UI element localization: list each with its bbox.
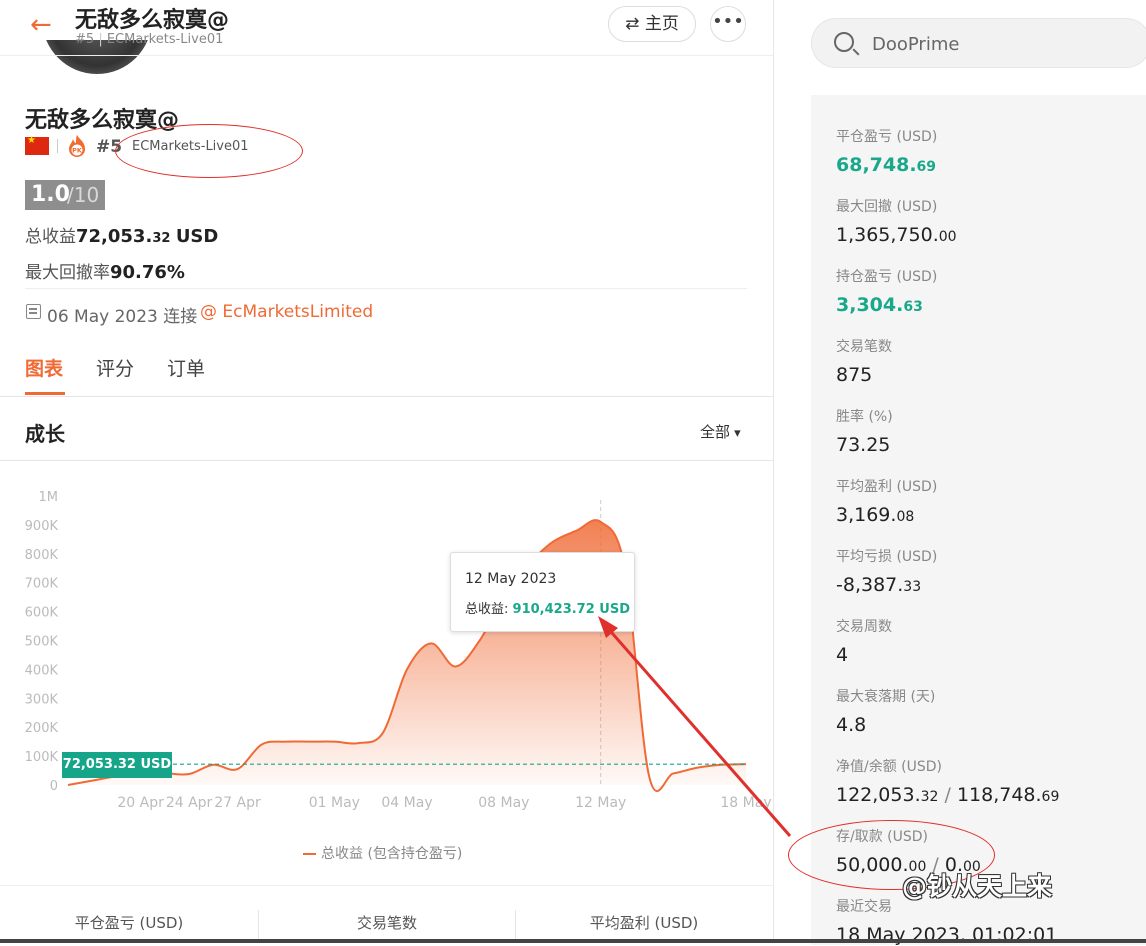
stat-value: -8,387.33 xyxy=(836,574,922,596)
summary-col-trades: 交易笔数 xyxy=(356,914,417,932)
stat-label: 净值/余额 (USD) xyxy=(836,759,943,775)
stat-label: 平仓盈亏 (USD) xyxy=(836,129,938,145)
watermark: @钞从天上来 xyxy=(902,872,1053,901)
current-value-badge: 72,053.32 USD xyxy=(62,752,172,778)
side-panel: DooPrime 平仓盈亏 (USD) 68,748.69 最大回撤 (USD) 1,… xyxy=(774,0,1146,946)
tab-orders[interactable]: 订单 xyxy=(167,354,205,381)
tab-rating[interactable]: 评分 xyxy=(96,354,134,381)
total-profit: 总收益72,053.32 USD xyxy=(25,226,219,247)
chart-tooltip: 12 May 2023 总收益: 910,423.72 USD xyxy=(450,552,635,632)
stat-value: 68,748.69 xyxy=(836,154,937,176)
x-tick-label: 01 May xyxy=(309,795,360,811)
search-icon xyxy=(834,32,854,52)
stat-label: 胜率 (%) xyxy=(836,409,893,425)
back-arrow-icon[interactable]: ← xyxy=(30,10,52,40)
stat-label: 交易笔数 xyxy=(836,339,892,355)
main-panel: ← 无敌多么寂寞@ #5 | ECMarkets-Live01 ⇄ 主页 •••… xyxy=(0,0,774,943)
stat-label: 交易周数 xyxy=(836,619,892,635)
y-tick-label: 900K xyxy=(25,519,59,534)
stat-value: 3,304.63 xyxy=(836,294,923,316)
x-tick-label: 24 Apr xyxy=(166,795,213,811)
china-flag-icon xyxy=(25,135,49,155)
stat-label: 持仓盈亏 (USD) xyxy=(836,269,938,285)
y-tick-label: 700K xyxy=(25,577,59,592)
stat-label: 平均盈利 (USD) xyxy=(836,479,938,495)
calendar-icon xyxy=(26,304,41,319)
stat-value: 875 xyxy=(836,364,873,386)
tab-indicator xyxy=(25,392,65,395)
header-subtitle: #5 | ECMarkets-Live01 xyxy=(75,32,224,47)
y-tick-label: 0 xyxy=(50,779,58,794)
summary-col-closed-pl: 平仓盈亏 (USD) xyxy=(74,914,184,932)
pk-flame-icon: PK xyxy=(69,135,85,157)
x-tick-label: 12 May xyxy=(575,795,626,811)
y-tick-label: 200K xyxy=(25,721,59,736)
max-drawdown: 最大回撤率90.76% xyxy=(25,262,185,283)
divider xyxy=(57,139,58,153)
tooltip-value: 总收益: 910,423.72 USD xyxy=(465,602,631,617)
tab-chart[interactable]: 图表 xyxy=(25,354,63,381)
stat-value: 3,169.08 xyxy=(836,504,915,526)
broker-link[interactable]: @ EcMarketsLimited xyxy=(200,302,373,322)
stat-value: 4 xyxy=(836,644,849,666)
svg-text:PK: PK xyxy=(72,147,83,155)
y-tick-label: 400K xyxy=(25,663,59,678)
y-tick-label: 800K xyxy=(25,548,59,563)
summary-col-avg-profit: 平均盈利 (USD) xyxy=(589,914,699,932)
y-tick-label: 1M xyxy=(39,490,59,505)
header-divider xyxy=(0,55,774,56)
search-input[interactable]: DooPrime xyxy=(811,18,1146,68)
score-badge: 1.0 /10 xyxy=(25,180,105,210)
tooltip-date: 12 May 2023 xyxy=(465,571,557,587)
y-tick-label: 600K xyxy=(25,606,59,621)
stat-label: 最大衰落期 (天) xyxy=(836,689,936,705)
x-tick-label: 04 May xyxy=(381,795,432,811)
stat-value: 1,365,750.00 xyxy=(836,224,957,246)
annotation-circle xyxy=(115,124,303,178)
chart-legend: 总收益 (包含持仓盈亏) xyxy=(303,843,462,863)
x-tick-label: 08 May xyxy=(478,795,529,811)
y-tick-label: 100K xyxy=(25,750,59,765)
stat-label: 最近交易 xyxy=(836,899,892,915)
stat-value: 4.8 xyxy=(836,714,867,736)
home-button[interactable]: ⇄ 主页 xyxy=(608,6,696,42)
divider xyxy=(0,460,774,461)
divider xyxy=(25,288,747,289)
stat-value-equity: 122,053.32 / 118,748.69 xyxy=(836,784,1060,806)
stat-label: 最大回撤 (USD) xyxy=(836,199,938,215)
connected-date: 06 May 2023 连接 xyxy=(47,307,198,327)
page-title: 无敌多么寂寞@ xyxy=(75,8,230,33)
x-tick-label: 20 Apr xyxy=(117,795,164,811)
y-tick-label: 500K xyxy=(25,635,59,650)
stat-value: 73.25 xyxy=(836,434,891,456)
more-options-icon[interactable]: ••• xyxy=(710,6,746,42)
divider xyxy=(0,885,774,886)
taskbar xyxy=(0,939,1146,943)
y-tick-label: 300K xyxy=(25,692,59,707)
chart-section-title: 成长 xyxy=(25,422,65,446)
stat-label: 平均亏损 (USD) xyxy=(836,549,938,565)
x-tick-label: 27 Apr xyxy=(214,795,261,811)
divider xyxy=(0,396,774,397)
x-tick-label: 18 May xyxy=(720,795,771,811)
range-dropdown[interactable]: 全部 xyxy=(700,421,741,442)
